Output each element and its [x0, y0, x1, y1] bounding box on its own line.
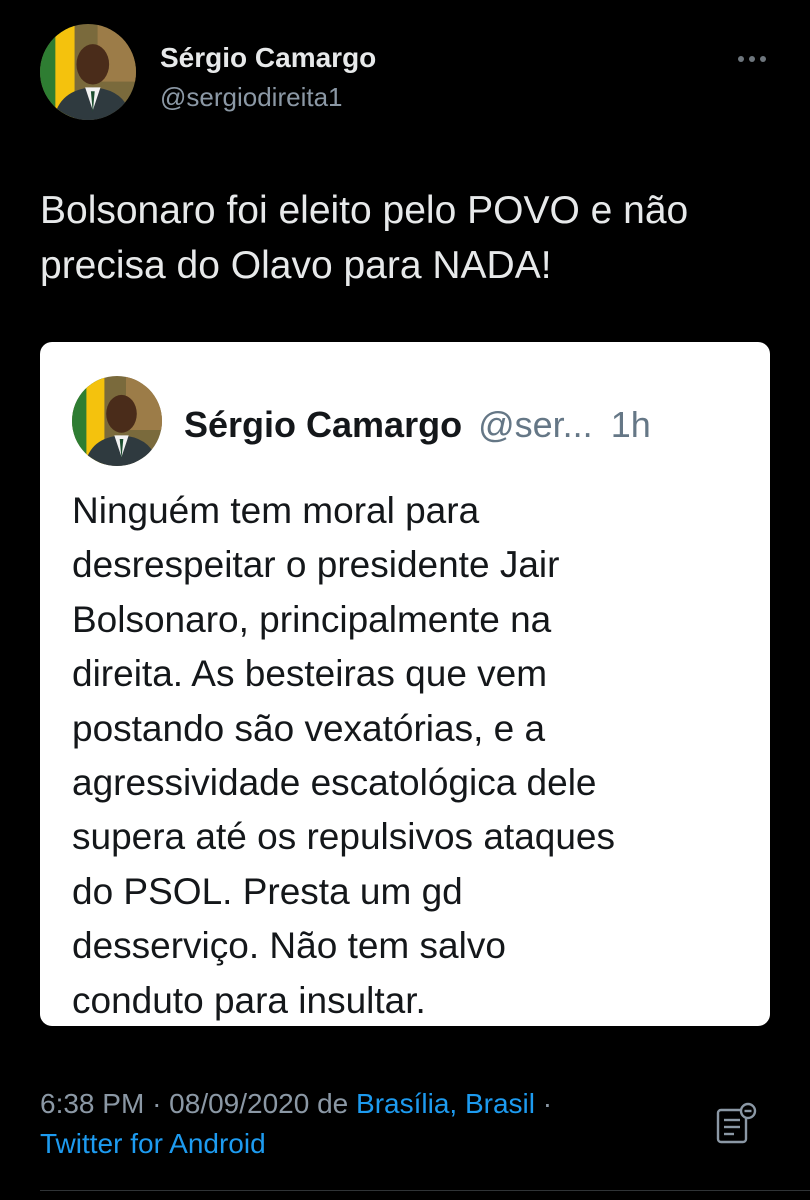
quoted-author-handle: @ser... [478, 404, 593, 445]
tweet-time[interactable]: 6:38 PM [40, 1088, 144, 1119]
quoted-tweet-time: 1h [610, 404, 651, 445]
tweet-text-line: precisa do Olavo para NADA! [40, 244, 552, 287]
author-handle[interactable]: @sergiodireita1 [160, 82, 342, 113]
quoted-text-line: agressividade escatológica dele [72, 762, 597, 804]
profile-photo-icon [72, 376, 162, 466]
quoted-text-line: postando são vexatórias, e a [72, 707, 546, 749]
quoted-text-line: conduto para insultar. [72, 979, 426, 1021]
quoted-author-avatar [72, 376, 162, 466]
tweet-date[interactable]: 08/09/2020 [169, 1088, 309, 1119]
quoted-text-line: desrespeitar o presidente Jair [72, 544, 560, 586]
quoted-tweet-text: Ninguém tem moral para desrespeitar o pr… [72, 484, 752, 1026]
profile-photo-icon [40, 24, 136, 120]
tweet-text-line: Bolsonaro foi eleito pelo POVO e não [40, 189, 689, 232]
quoted-author-name: Sérgio Camargo [184, 404, 463, 445]
tweet-text: Bolsonaro foi eleito pelo POVO e não pre… [40, 183, 780, 293]
quoted-text-line: direita. As besteiras que vem [72, 653, 548, 695]
more-dots-icon [738, 56, 744, 62]
meta-separator: · [542, 1088, 553, 1119]
quoted-text-line: do PSOL. Presta um gd [72, 870, 463, 912]
author-display-name[interactable]: Sérgio Camargo [160, 42, 376, 74]
tweet-metadata: 6:38 PM · 08/09/2020 de Brasília, Brasil… [40, 1088, 552, 1120]
more-dots-icon [760, 56, 766, 62]
quoted-tweet-image[interactable]: Sérgio Camargo @ser... 1h Ninguém tem mo… [40, 342, 770, 1026]
more-options-button[interactable] [726, 44, 778, 74]
quoted-text-line: supera até os repulsivos ataques [72, 816, 616, 858]
author-avatar[interactable] [40, 24, 136, 120]
quoted-tweet-header: Sérgio Camargo @ser... 1h [184, 404, 651, 446]
divider [40, 1190, 810, 1191]
quoted-text-line: desserviço. Não tem salvo [72, 925, 506, 967]
more-dots-icon [749, 56, 755, 62]
tweet-source-link[interactable]: Twitter for Android [40, 1128, 266, 1160]
meta-separator: · [152, 1088, 162, 1119]
from-label: de [317, 1088, 349, 1119]
quoted-text-line: Ninguém tem moral para [72, 490, 480, 531]
tweet-location-link[interactable]: Brasília, Brasil [356, 1088, 535, 1119]
tweet-analytics-icon[interactable] [714, 1102, 760, 1148]
quoted-text-line: Bolsonaro, principalmente na [72, 598, 552, 640]
